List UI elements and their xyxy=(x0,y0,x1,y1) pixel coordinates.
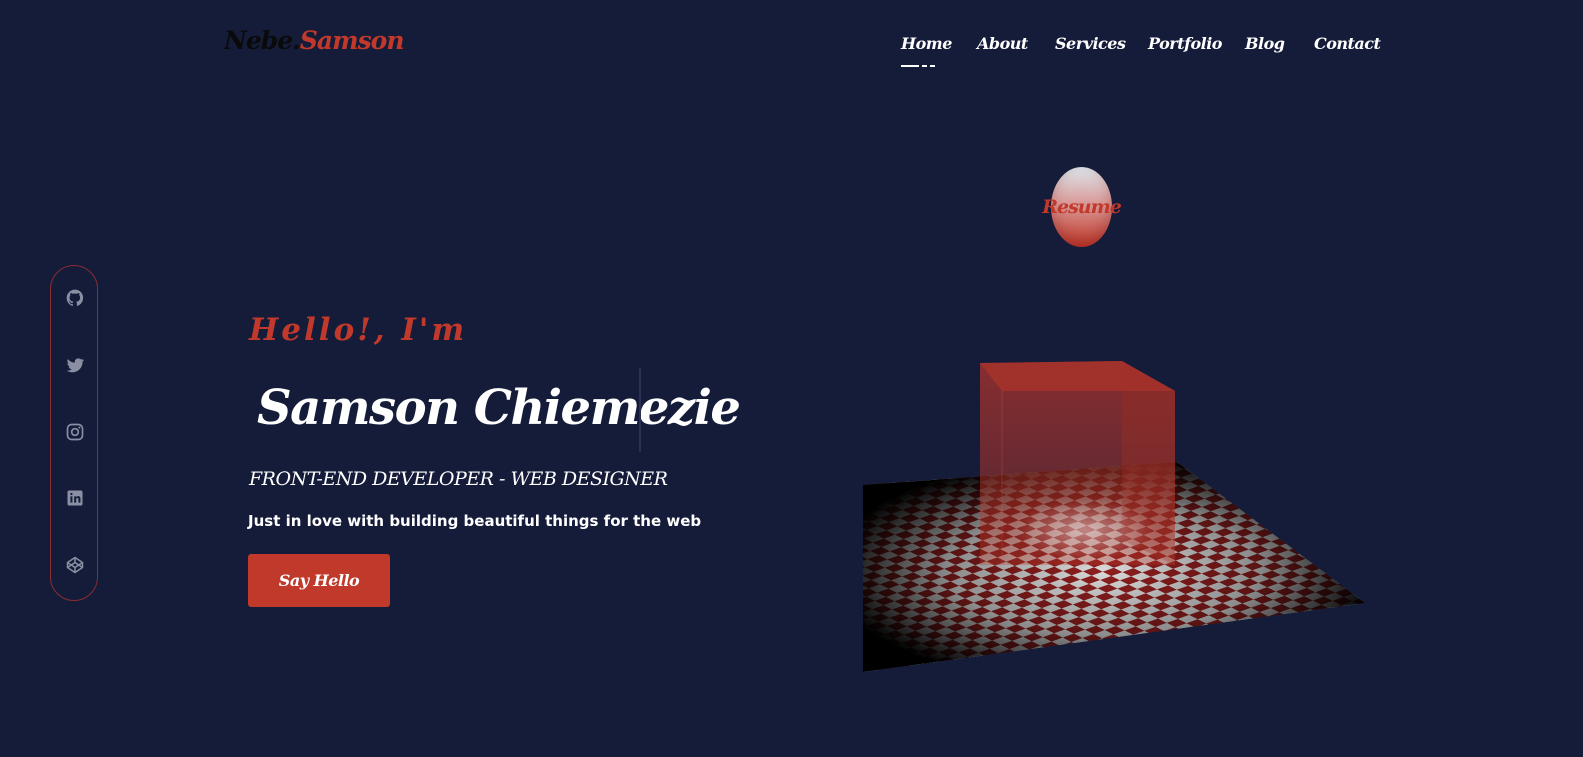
3d-cube-illustration xyxy=(863,361,1365,672)
hero-tagline: Just in love with building beautiful thi… xyxy=(248,512,702,530)
nav-services[interactable]: Services xyxy=(1055,34,1126,53)
active-nav-underline xyxy=(901,65,935,67)
hero-greeting: Hello!, I'm xyxy=(249,312,468,348)
resume-button[interactable]: Resume xyxy=(1042,167,1122,247)
nav-about[interactable]: About xyxy=(977,34,1028,53)
resume-label: Resume xyxy=(1042,196,1122,218)
nav-contact[interactable]: Contact xyxy=(1314,34,1381,53)
hero-name: Samson Chiemezie xyxy=(257,380,741,436)
social-sidebar xyxy=(50,265,98,601)
nav-home[interactable]: Home xyxy=(901,34,952,53)
twitter-icon[interactable] xyxy=(65,355,85,375)
nav-portfolio[interactable]: Portfolio xyxy=(1148,34,1222,53)
main-nav: Home About Services Portfolio Blog Conta… xyxy=(0,34,1583,67)
page: Nebe.Samson Home About Services Portfoli… xyxy=(0,0,1583,757)
github-icon[interactable] xyxy=(65,288,85,308)
instagram-icon[interactable] xyxy=(65,422,85,442)
hero-role: FRONT-END DEVELOPER - WEB DESIGNER xyxy=(249,468,668,490)
codepen-icon[interactable] xyxy=(65,555,85,575)
linkedin-icon[interactable] xyxy=(65,488,85,508)
typing-cursor xyxy=(639,368,641,452)
nav-blog[interactable]: Blog xyxy=(1245,34,1285,53)
say-hello-button[interactable]: Say Hello xyxy=(248,554,390,607)
